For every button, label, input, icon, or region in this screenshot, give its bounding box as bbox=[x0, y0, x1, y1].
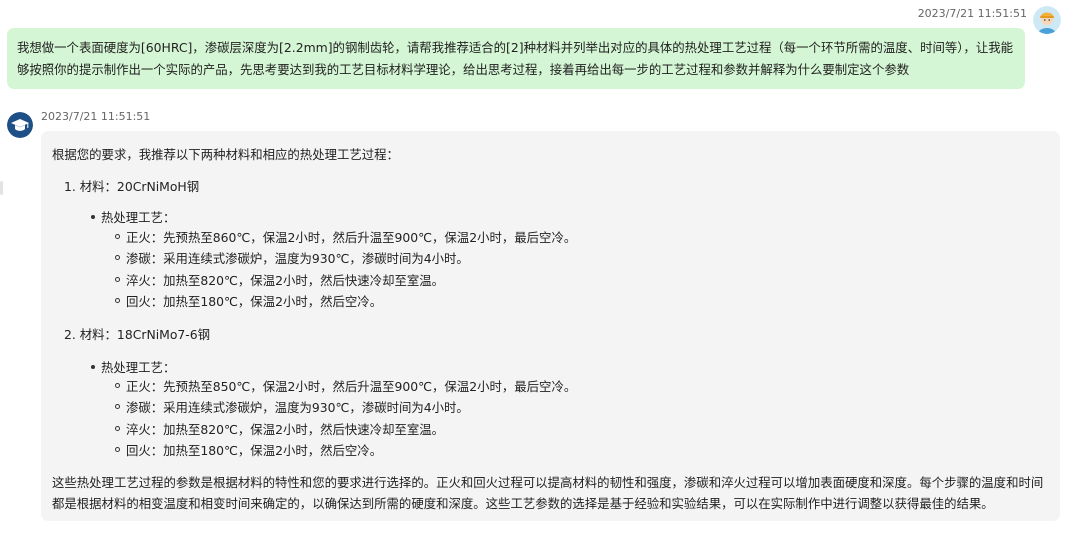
user-message-text: 我想做一个表面硬度为[60HRC]，渗碳层深度为[2.2mm]的钢制齿轮，请帮我… bbox=[17, 40, 1013, 77]
bot-conclusion: 这些热处理工艺过程的参数是根据材料的特性和您的要求进行选择的。正火和回火过程可以… bbox=[52, 475, 1044, 511]
bot-message-bubble: 根据您的要求，我推荐以下两种材料和相应的热处理工艺过程： 1. 材料：20CrN… bbox=[41, 131, 1060, 521]
material-1-step: 渗碳：采用连续式渗碳炉，温度为930℃，渗碳时间为4小时。 bbox=[126, 251, 469, 266]
material-2-title: 2. 材料：18CrNiMo7-6钢 bbox=[64, 327, 211, 342]
material-2-step: 正火：先预热至850℃，保温2小时，然后升温至900℃，保温2小时，最后空冷。 bbox=[126, 379, 577, 394]
bot-intro: 根据您的要求，我推荐以下两种材料和相应的热处理工艺过程： bbox=[52, 147, 399, 162]
material-2-step: 渗碳：采用连续式渗碳炉，温度为930℃，渗碳时间为4小时。 bbox=[126, 400, 469, 415]
list-bullet bbox=[115, 447, 120, 452]
bot-message-timestamp: 2023/7/21 11:51:51 bbox=[41, 110, 151, 123]
material-2-section-label: 热处理工艺： bbox=[101, 360, 176, 375]
material-2-step: 回火：加热至180℃，保温2小时，然后空冷。 bbox=[126, 443, 383, 458]
list-bullet bbox=[115, 426, 120, 431]
material-1-title: 1. 材料：20CrNiMoH钢 bbox=[64, 179, 200, 194]
material-1-section-label: 热处理工艺： bbox=[101, 210, 176, 225]
list-bullet bbox=[91, 215, 95, 219]
list-bullet bbox=[115, 298, 120, 303]
material-1-step: 正火：先预热至860℃，保温2小时，然后升温至900℃，保温2小时，最后空冷。 bbox=[126, 230, 577, 245]
graduation-cap-icon[interactable] bbox=[7, 112, 33, 138]
list-bullet bbox=[115, 404, 120, 409]
user-message-bubble: 我想做一个表面硬度为[60HRC]，渗碳层深度为[2.2mm]的钢制齿轮，请帮我… bbox=[7, 28, 1025, 89]
list-bullet bbox=[115, 255, 120, 260]
scroll-handle[interactable] bbox=[0, 181, 3, 195]
list-bullet bbox=[115, 383, 120, 388]
material-1-step: 淬火：加热至820℃，保温2小时，然后快速冷却至室温。 bbox=[126, 273, 445, 288]
user-message-timestamp: 2023/7/21 11:51:51 bbox=[917, 7, 1027, 20]
list-bullet bbox=[115, 277, 120, 282]
user-avatar-icon[interactable] bbox=[1033, 6, 1061, 34]
list-bullet bbox=[91, 365, 95, 369]
material-2-step: 淬火：加热至820℃，保温2小时，然后快速冷却至室温。 bbox=[126, 422, 445, 437]
material-1-step: 回火：加热至180℃，保温2小时，然后空冷。 bbox=[126, 294, 383, 309]
list-bullet bbox=[115, 234, 120, 239]
